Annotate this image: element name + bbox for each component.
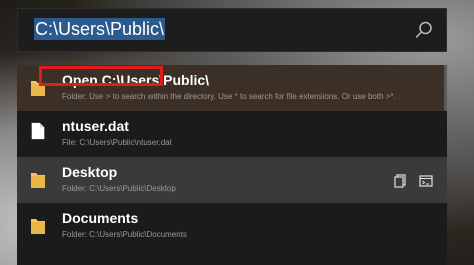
- result-subtitle: File: C:\Users\Public\ntuser.dat: [62, 138, 172, 147]
- folder-icon: [31, 173, 45, 188]
- result-title: Desktop: [62, 164, 118, 180]
- annotation-highlight-box: [39, 66, 163, 86]
- result-subtitle: Folder: Use > to search within the direc…: [62, 92, 396, 101]
- result-item-desktop[interactable]: Desktop Folder: C:\Users\Public\Desktop: [17, 157, 447, 203]
- terminal-icon[interactable]: [419, 174, 433, 188]
- search-input[interactable]: C:\Users\Public\: [34, 18, 166, 40]
- copy-path-icon[interactable]: [393, 174, 407, 188]
- result-item-ntuser[interactable]: ntuser.dat File: C:\Users\Public\ntuser.…: [17, 111, 447, 157]
- results-list: Open C:\Users\Public\ Folder: Use > to s…: [17, 65, 447, 265]
- result-item-documents[interactable]: Documents Folder: C:\Users\Public\Docume…: [17, 203, 447, 249]
- result-subtitle: Folder: C:\Users\Public\Documents: [62, 230, 187, 239]
- result-title: Documents: [62, 210, 139, 226]
- file-icon: [31, 122, 45, 140]
- powertoys-run-launcher: C:\Users\Public\ Open C:\Users\Public\ F…: [0, 0, 474, 265]
- search-box[interactable]: C:\Users\Public\: [17, 8, 447, 52]
- folder-icon: [31, 219, 45, 234]
- result-subtitle: Folder: C:\Users\Public\Desktop: [62, 184, 176, 193]
- result-title: ntuser.dat: [62, 118, 129, 134]
- search-icon[interactable]: [414, 20, 434, 40]
